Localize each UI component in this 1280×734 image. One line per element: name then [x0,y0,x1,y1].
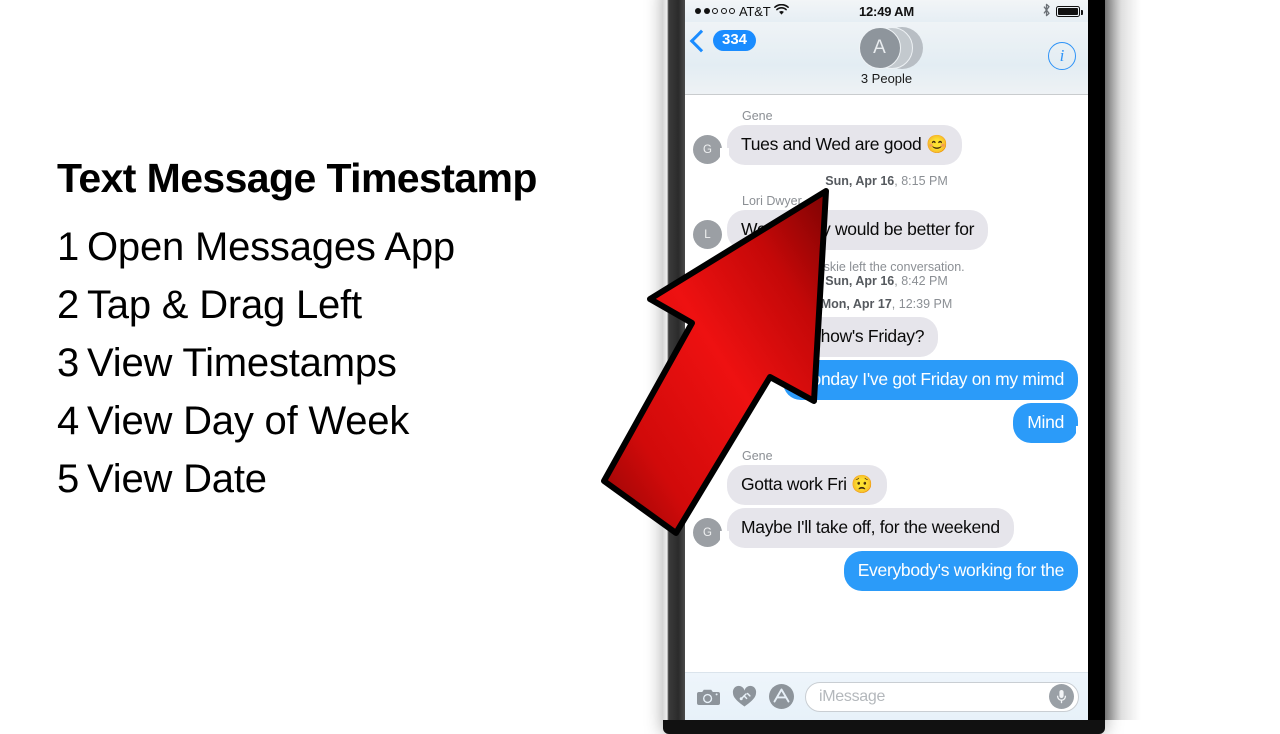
sender-label: Gene [742,109,773,123]
group-header[interactable]: A 3 People [685,27,1088,86]
message-row[interactable]: Monday I've got Friday on my mimd [685,360,1088,400]
group-name-label: 3 People [860,71,913,86]
system-event-time: 8:42 PM [901,274,948,288]
message-row[interactable]: Gotta work Fri 😟 [685,465,1088,505]
message-row[interactable]: Hey guys, how's Friday? [685,317,1088,357]
microphone-icon[interactable] [1049,684,1074,709]
system-event-day: Sun, Apr 16 [825,274,895,288]
message-bubble-incoming[interactable]: Hey guys, how's Friday? [727,317,939,357]
message-bubble-incoming[interactable]: Gotta work Fri 😟 [727,465,887,505]
nav-bar: 334 A 3 People i [685,22,1088,95]
app-store-icon[interactable] [767,682,796,711]
message-row[interactable]: Everybody's working for the [685,551,1088,591]
timestamp-sep: , [891,297,899,311]
timestamp-time: 8:15 PM [901,174,948,188]
system-event: Briskie left the conversation. Sun, Apr … [685,260,1088,288]
message-thread[interactable]: Gene G Tues and Wed are good 😊 Sun, Apr … [685,95,1088,673]
step-number: 5 [57,457,80,501]
avatar-spacer [693,327,722,356]
system-event-text: Briskie left the conversation. [808,260,965,274]
sender-label: Lori Dwyer [742,194,802,208]
step-number: 4 [57,399,80,443]
heart-digital-touch-icon[interactable] [731,685,758,709]
step-text: Open Messages App [87,225,455,269]
step-text: Tap & Drag Left [87,283,362,327]
phone-bezel-right [1088,0,1105,720]
sender-label: Gene [742,449,773,463]
search-input[interactable]: iMessage [805,681,1079,712]
list-item: 5 View Date [57,450,455,508]
timestamp-day: Sun, Apr 16 [825,174,895,188]
phone-bezel-left [663,0,685,720]
step-number: 1 [57,225,80,269]
message-input-toolbar: iMessage [685,672,1088,720]
status-bar-time: 12:49 AM [859,3,914,19]
message-bubble-incoming[interactable]: Wednesday would be better for [727,210,989,250]
message-row[interactable]: Mind [685,403,1088,443]
timestamp-time: 12:39 PM [898,297,953,311]
list-item: 2 Tap & Drag Left [57,276,455,334]
message-bubble-outgoing[interactable]: Mind [1013,403,1085,443]
steps-list: 1 Open Messages App 2 Tap & Drag Left 3 Vie… [57,218,455,508]
bluetooth-icon [1042,3,1051,20]
timestamp-day: Mon, Apr 17 [820,297,892,311]
message-row[interactable]: L Wednesday would be better for [685,210,1088,250]
message-row[interactable]: G Tues and Wed are good 😊 [685,125,1088,165]
camera-icon[interactable] [694,686,722,708]
step-text: View Day of Week [87,399,410,443]
avatar: G [693,135,722,164]
message-bubble-outgoing[interactable]: Everybody's working for the [843,551,1078,591]
timestamp-divider: Sun, Apr 16, 8:15 PM [685,174,1088,188]
status-bar-right [1042,3,1083,20]
message-row[interactable]: G Maybe I'll take off, for the weekend [685,508,1088,548]
page-title: Text Message Timestamp [57,155,537,201]
message-bubble-incoming[interactable]: Maybe I'll take off, for the weekend [720,508,1014,548]
avatar-spacer [693,475,722,504]
status-bar: AT&T 12:49 AM [685,0,1088,22]
phone-drop-shadow [1105,0,1141,720]
step-number: 3 [57,341,80,385]
step-text: View Date [87,457,267,501]
list-item: 3 View Timestamps [57,334,455,392]
message-bubble-incoming[interactable]: Tues and Wed are good 😊 [720,125,962,165]
avatar-stack: A [851,27,923,69]
list-item: 1 Open Messages App [57,218,455,276]
avatar: L [693,220,722,249]
avatar: A [858,27,901,69]
imessage-placeholder: iMessage [819,687,886,705]
instruction-panel: Text Message Timestamp 1 Open Messages Ap… [0,0,660,720]
info-circle-icon[interactable]: i [1048,42,1076,70]
battery-full-icon [1056,5,1083,17]
avatar: G [693,518,722,547]
phone-screen: AT&T 12:49 AM 334 A 3 People i Gene G Tu… [685,0,1088,720]
step-number: 2 [57,283,80,327]
step-text: View Timestamps [87,341,397,385]
list-item: 4 View Day of Week [57,392,455,450]
timestamp-divider: Mon, Apr 17, 12:39 PM [685,297,1088,311]
message-bubble-outgoing[interactable]: Monday I've got Friday on my mimd [783,360,1078,400]
